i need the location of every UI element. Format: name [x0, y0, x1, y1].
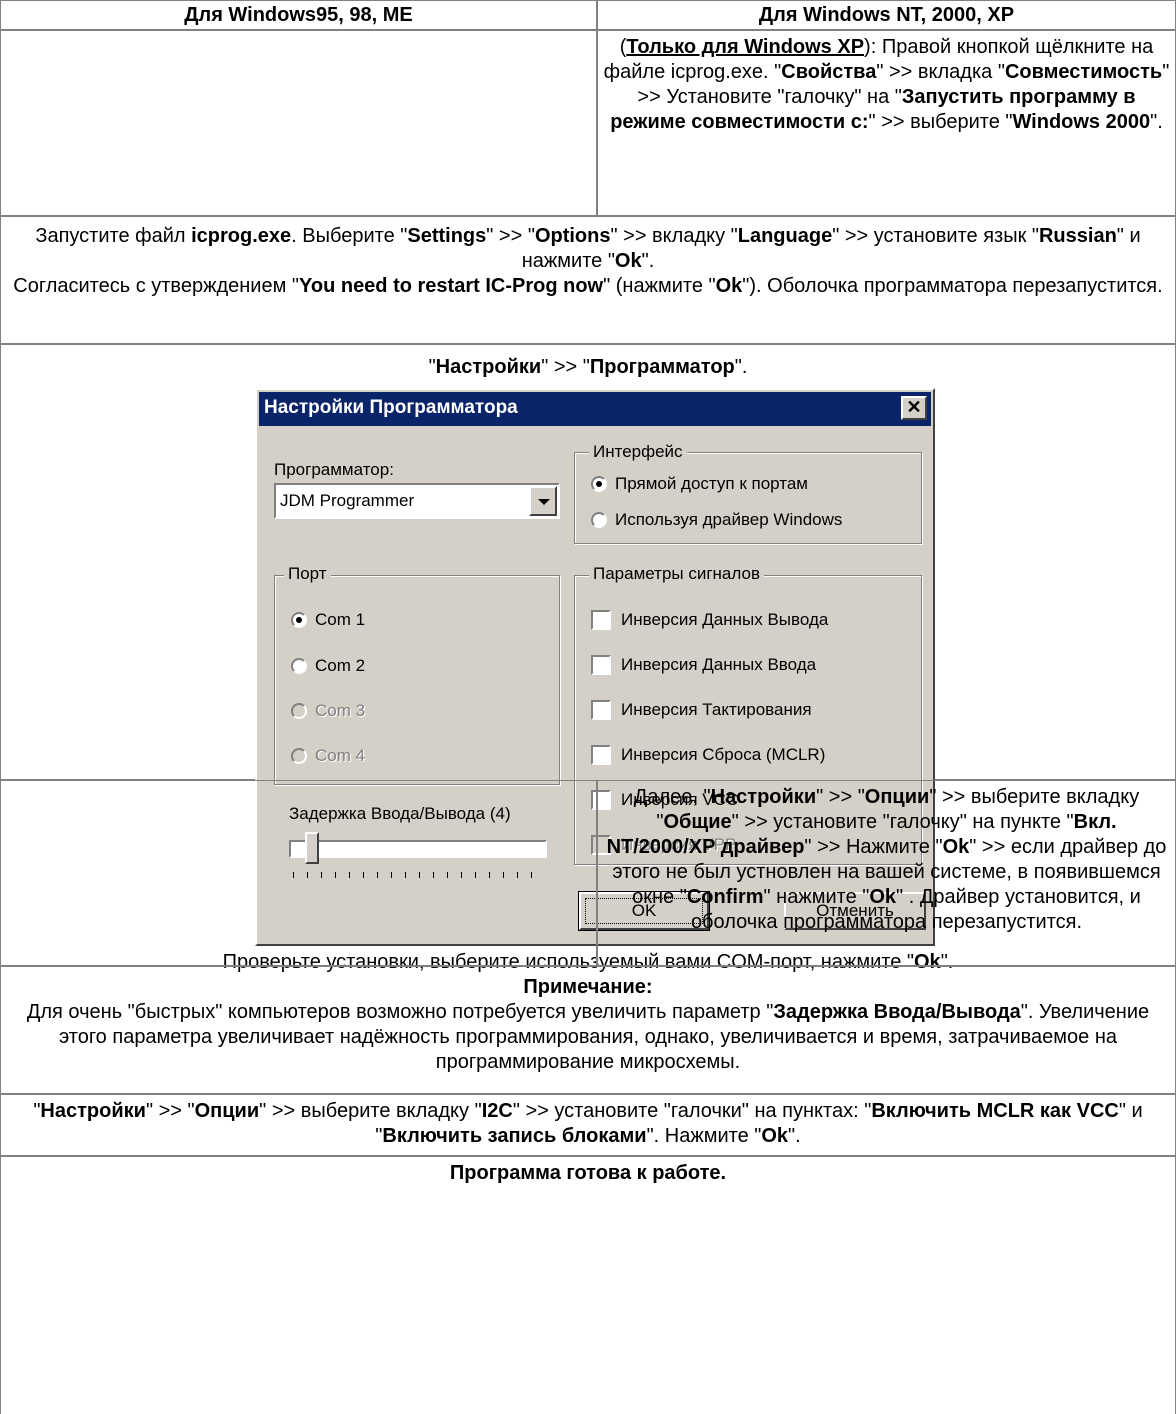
- interface-driver-label[interactable]: Используя драйвер Windows: [615, 510, 842, 530]
- step-language: Запустите файл icprog.exe. Выберите "Set…: [0, 216, 1176, 344]
- signal-inv-reset-label[interactable]: Инверсия Сброса (MCLR): [621, 745, 825, 765]
- port-com4-radio: [291, 748, 307, 764]
- programmer-select[interactable]: JDM Programmer: [274, 483, 560, 519]
- port-group-label: Порт: [284, 564, 331, 584]
- signals-group-label: Параметры сигналов: [589, 564, 764, 584]
- signal-inv-reset-checkbox[interactable]: [591, 745, 611, 765]
- xp-compat-note: (Только для Windows XP): Правой кнопкой …: [597, 30, 1176, 216]
- signal-inv-data-out-checkbox[interactable]: [591, 610, 611, 630]
- port-com1-label[interactable]: Com 1: [315, 610, 365, 630]
- note-cell: Примечание: Для очень "быстрых" компьюте…: [0, 966, 1176, 1094]
- step-nt-driver: Далее, "Настройки" >> "Опции" >> выберит…: [597, 780, 1176, 966]
- programmer-select-value: JDM Programmer: [280, 491, 415, 510]
- close-icon[interactable]: ✕: [901, 396, 927, 420]
- col2-header: Для Windows NT, 2000, XP: [597, 0, 1176, 30]
- dialog-title: Настройки Программатора: [264, 397, 518, 418]
- col1-header: Для Windows95, 98, ME: [0, 0, 597, 30]
- signal-inv-data-in-label[interactable]: Инверсия Данных Ввода: [621, 655, 816, 675]
- interface-direct-radio[interactable]: [591, 476, 607, 492]
- port-com4-label: Com 4: [315, 746, 366, 765]
- port-com2-radio[interactable]: [291, 658, 307, 674]
- empty-cell-w9x-xp-note: [0, 30, 597, 216]
- signal-inv-clock-label[interactable]: Инверсия Тактирования: [621, 700, 812, 720]
- programmer-label: Программатор:: [274, 460, 394, 479]
- port-com3-label: Com 3: [315, 701, 366, 720]
- interface-group-label: Интерфейс: [589, 442, 687, 462]
- chevron-down-icon[interactable]: [529, 486, 557, 516]
- port-com3-radio: [291, 703, 307, 719]
- step-programmer-heading: "Настройки" >> "Программатор".: [428, 356, 748, 378]
- signal-inv-clock-checkbox[interactable]: [591, 700, 611, 720]
- interface-group: [574, 452, 922, 544]
- dialog-titlebar[interactable]: Настройки Программатора ✕: [259, 392, 931, 426]
- step-i2c: "Настройки" >> "Опции" >> выберите вклад…: [0, 1094, 1176, 1156]
- signal-inv-data-out-label[interactable]: Инверсия Данных Вывода: [621, 610, 828, 630]
- interface-direct-label[interactable]: Прямой доступ к портам: [615, 474, 808, 494]
- port-com1-radio[interactable]: [291, 612, 307, 628]
- empty-cell-w9x-driver: [0, 780, 597, 966]
- port-com2-label[interactable]: Com 2: [315, 656, 365, 676]
- ready-cell: Программа готова к работе.: [0, 1156, 1176, 1414]
- signal-inv-data-in-checkbox[interactable]: [591, 655, 611, 675]
- interface-driver-radio[interactable]: [591, 512, 607, 528]
- note-title: Примечание:: [523, 976, 653, 998]
